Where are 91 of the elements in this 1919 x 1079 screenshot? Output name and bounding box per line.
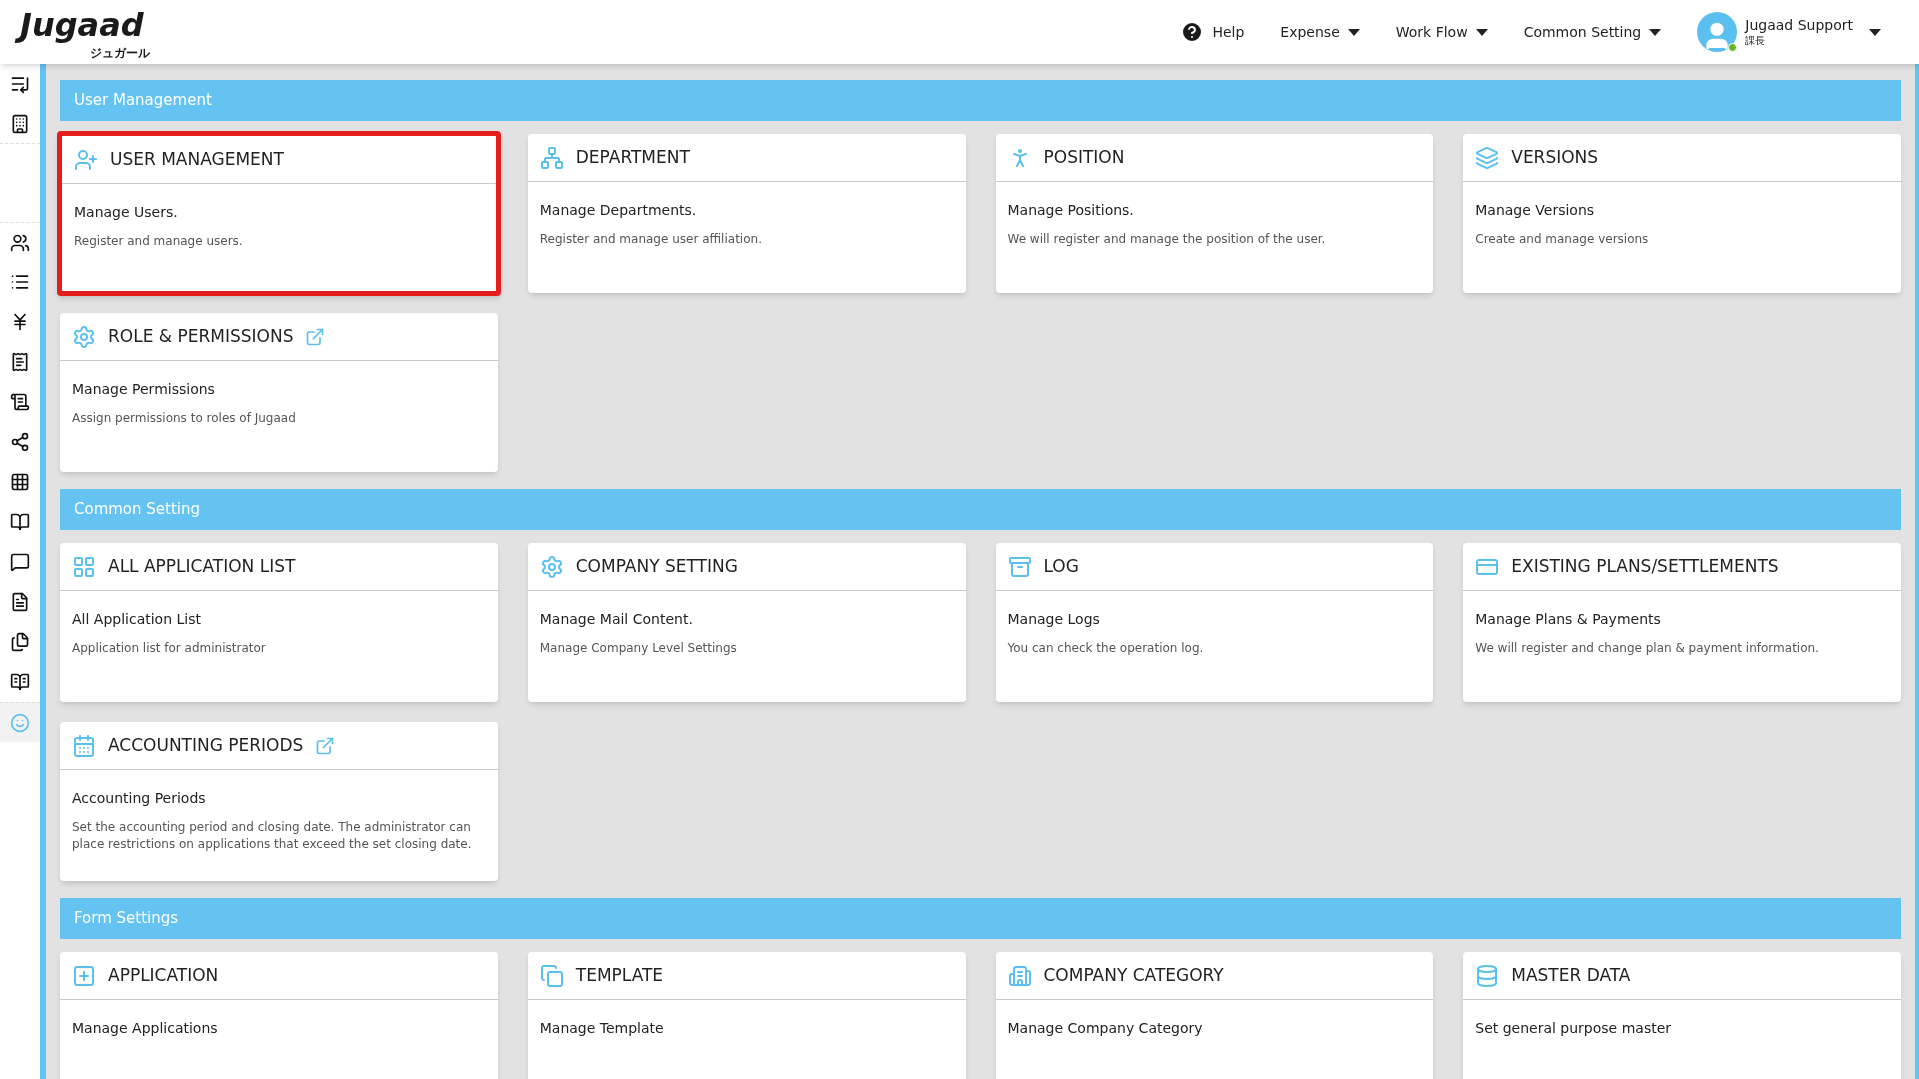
card-subtitle: Manage Versions xyxy=(1475,201,1596,220)
card-description: Register and manage users. xyxy=(74,233,244,250)
settings-card[interactable]: APPLICATION Manage Applications xyxy=(60,952,498,1079)
card-subtitle: Manage Template xyxy=(539,1019,665,1038)
settings-card[interactable]: DEPARTMENT Manage Departments. Register and manage user affiliation. xyxy=(527,134,966,293)
settings-card[interactable]: TEMPLATE Manage Template xyxy=(527,952,966,1079)
card-description: Register and manage user affiliation. xyxy=(539,231,763,248)
card-description: Application list for administrator xyxy=(72,640,267,657)
user-plus-icon xyxy=(74,147,98,172)
settings-card[interactable]: COMPANY SETTING Manage Mail Content. Manage Company Level Settings xyxy=(527,543,966,702)
settings-card[interactable]: EXISTING PLANS/SETTLEMENTS Manage Plans & Payments We will register and change plan & payment information. xyxy=(1463,543,1901,702)
card-subtitle: All Application List xyxy=(72,610,202,629)
gear-icon xyxy=(72,324,96,349)
card-subtitle: Manage Permissions xyxy=(72,380,216,399)
card-subtitle: Manage Mail Content. xyxy=(539,610,694,629)
document-icon[interactable] xyxy=(10,592,30,612)
user-name[interactable]: Jugaad Support xyxy=(1745,17,1853,35)
calendar-icon xyxy=(72,733,96,758)
caret-icon xyxy=(1869,28,1881,36)
building-icon xyxy=(1007,963,1032,988)
card-title: USER MANAGEMENT xyxy=(110,147,284,171)
collapse-menu-icon[interactable] xyxy=(10,74,30,94)
invoice-icon[interactable] xyxy=(10,392,30,412)
caret-icon xyxy=(1475,28,1488,36)
card-subtitle: Manage Plans & Payments xyxy=(1475,610,1662,629)
card-description: You can check the operation log. xyxy=(1007,640,1205,657)
open-book-icon[interactable] xyxy=(10,672,30,692)
card-subtitle: Manage Positions. xyxy=(1007,201,1135,220)
card-description: Assign permissions to roles of Jugaad xyxy=(72,410,297,427)
documents-icon xyxy=(539,963,564,988)
settings-card[interactable]: ROLE & PERMISSIONS Manage Permissions Assign permissions to roles of Jugaad xyxy=(60,313,498,472)
receipt-icon[interactable] xyxy=(10,352,30,372)
user-role: 課長 xyxy=(1745,34,1767,47)
card-title: ROLE & PERMISSIONS xyxy=(108,324,294,348)
grid-icon xyxy=(72,554,96,579)
card-title: ACCOUNTING PERIODS xyxy=(108,733,304,757)
card-description: Set the accounting period and closing date. The administrator can place restrictions on applications that exceed the set closing date. xyxy=(72,819,473,853)
settings-card[interactable]: POSITION Manage Positions. We will register and manage the position of the user. xyxy=(995,134,1434,293)
settings-card[interactable]: ALL APPLICATION LIST All Application List Application list for administrator xyxy=(60,543,498,702)
settings-card[interactable]: MASTER DATA Set general purpose master xyxy=(1463,952,1901,1079)
layers-icon xyxy=(1475,145,1500,170)
section-header: User Management xyxy=(60,80,1901,121)
logo-subtitle: ジュガール xyxy=(89,46,150,60)
users-icon[interactable] xyxy=(10,232,30,253)
logo[interactable]: Jugaad xyxy=(14,4,150,46)
settings-card[interactable]: VERSIONS Manage Versions Create and manage versions xyxy=(1463,134,1901,293)
section-header: Common Setting xyxy=(60,489,1901,530)
table-icon[interactable] xyxy=(10,472,30,492)
share-icon[interactable] xyxy=(10,432,30,452)
card-subtitle: Accounting Periods xyxy=(72,789,207,808)
card-title: ALL APPLICATION LIST xyxy=(108,554,296,578)
card-subtitle: Manage Company Category xyxy=(1007,1019,1204,1038)
hierarchy-icon xyxy=(539,145,564,170)
archive-box-icon xyxy=(1007,554,1032,579)
card-description: Create and manage versions xyxy=(1475,231,1650,248)
settings-card[interactable]: USER MANAGEMENT Manage Users. Register and manage users. xyxy=(57,131,501,296)
card-title: TEMPLATE xyxy=(575,963,664,987)
card-title: VERSIONS xyxy=(1511,145,1599,169)
book-icon[interactable] xyxy=(10,512,30,532)
card-title: MASTER DATA xyxy=(1511,963,1631,987)
nav-menu[interactable]: Work Flow xyxy=(1395,21,1488,43)
settings-card[interactable]: COMPANY CATEGORY Manage Company Category xyxy=(995,952,1434,1079)
card-title: APPLICATION xyxy=(108,963,219,987)
card-subtitle: Manage Departments. xyxy=(539,201,698,220)
nav-menu[interactable]: Common Setting xyxy=(1523,21,1662,43)
card-subtitle: Manage Users. xyxy=(74,203,179,222)
database-icon xyxy=(1475,963,1500,988)
card-subtitle: Manage Logs xyxy=(1007,610,1101,629)
card-title: COMPANY CATEGORY xyxy=(1043,963,1224,987)
card-title: POSITION xyxy=(1043,145,1125,169)
card-subtitle: Manage Applications xyxy=(72,1019,219,1038)
building-icon[interactable] xyxy=(10,113,30,134)
settings-card[interactable]: LOG Manage Logs You can check the operation log. xyxy=(995,543,1434,702)
caret-icon xyxy=(1649,28,1662,36)
caret-icon xyxy=(1347,28,1360,36)
chat-bubble-icon[interactable] xyxy=(10,552,30,572)
settings-card[interactable]: ACCOUNTING PERIODS Accounting Periods Set the accounting period and closing date. The administrator can place restrictions on applications that exceed the set closing date. xyxy=(60,722,498,881)
gear-icon xyxy=(539,554,564,579)
card-title: EXISTING PLANS/SETTLEMENTS xyxy=(1511,554,1779,578)
card-title: LOG xyxy=(1043,554,1079,578)
list-icon[interactable] xyxy=(10,272,30,292)
documents-icon[interactable] xyxy=(10,632,30,652)
card-subtitle: Set general purpose master xyxy=(1475,1019,1673,1038)
section-header: Form Settings xyxy=(60,898,1901,939)
nav-menu[interactable]: Expense xyxy=(1280,21,1360,43)
card-title: DEPARTMENT xyxy=(575,145,690,169)
help-link[interactable]: Help xyxy=(1180,20,1245,44)
card-description: We will register and manage the position of the user. xyxy=(1007,231,1327,248)
card-description: We will register and change plan & payment information. xyxy=(1475,640,1820,657)
card-title: COMPANY SETTING xyxy=(575,554,738,578)
card-description: Manage Company Level Settings xyxy=(539,640,738,657)
